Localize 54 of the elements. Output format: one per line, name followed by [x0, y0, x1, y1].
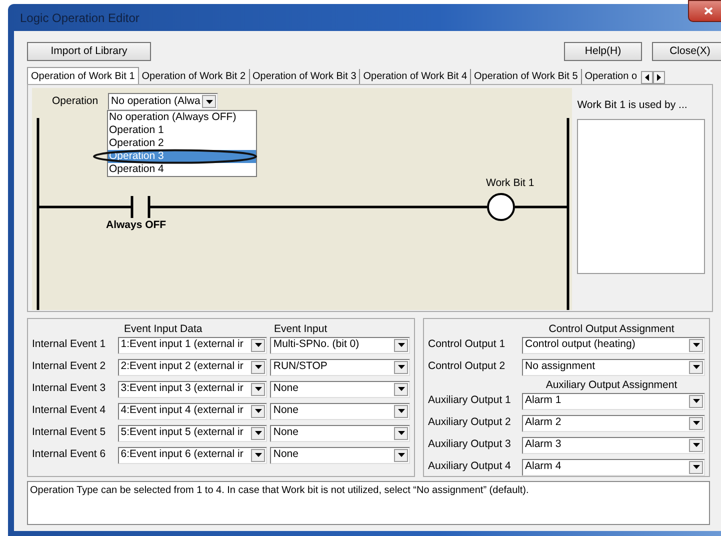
scroll-right-icon[interactable]: [653, 71, 666, 84]
close-dialog-button[interactable]: Close(X): [652, 42, 721, 61]
dropdown-field[interactable]: RUN/STOP: [270, 358, 410, 376]
dropdown-field[interactable]: None: [270, 446, 410, 464]
dropdown-field[interactable]: None: [270, 402, 410, 420]
dropdown-field[interactable]: 3:Event input 3 (external ir: [118, 380, 268, 398]
dropdown-option[interactable]: Operation 4: [108, 163, 256, 176]
row-label: Internal Event 2: [32, 359, 107, 374]
contact-label: Always OFF: [106, 218, 166, 233]
dropdown-field[interactable]: No operation (Alwa: [108, 93, 218, 110]
row-label: Internal Event 4: [32, 403, 107, 418]
dropdown-field[interactable]: None: [270, 380, 410, 398]
dropdown-field[interactable]: Multi-SPNo. (bit 0): [270, 336, 410, 354]
dropdown-field[interactable]: Alarm 3: [522, 436, 705, 454]
tab[interactable]: Operation o: [582, 69, 640, 84]
dropdown-field[interactable]: Alarm 2: [522, 414, 705, 432]
scroll-left-icon[interactable]: [641, 71, 654, 84]
dropdown-field[interactable]: 2:Event input 2 (external ir: [118, 358, 268, 376]
dropdown-field[interactable]: None: [270, 424, 410, 442]
row-label: Auxiliary Output 1: [428, 393, 512, 408]
dropdown-field[interactable]: Control output (heating): [522, 336, 705, 354]
row-label: Internal Event 3: [32, 381, 107, 396]
row-label: Control Output 1: [428, 337, 506, 352]
column-header: Event Input: [274, 322, 328, 334]
import-button[interactable]: Import of Library: [27, 42, 151, 61]
window-title: Logic Operation Editor: [20, 10, 140, 26]
dropdown-field[interactable]: 1:Event input 1 (external ir: [118, 336, 268, 354]
dropdown-option[interactable]: Operation 1: [108, 124, 256, 137]
help-button[interactable]: Help(H): [564, 42, 642, 61]
row-label: Internal Event 5: [32, 425, 107, 440]
row-label: Auxiliary Output 3: [428, 437, 512, 452]
row-label: Internal Event 6: [32, 447, 107, 462]
close-button[interactable]: [688, 0, 721, 22]
dropdown-option[interactable]: Operation 2: [108, 137, 256, 150]
row-label: Internal Event 1: [32, 337, 107, 352]
usage-label: Work Bit 1 is used by ...: [577, 98, 688, 113]
dropdown-field[interactable]: 4:Event input 4 (external ir: [118, 402, 268, 420]
operation-label: Operation: [52, 94, 98, 109]
section-header: Control Output Assignment: [548, 322, 676, 334]
close-icon: [704, 7, 712, 15]
dropdown-field[interactable]: 5:Event input 5 (external ir: [118, 424, 268, 442]
dropdown-option[interactable]: No operation (Always OFF): [108, 111, 256, 124]
dropdown-field[interactable]: No assignment: [522, 358, 705, 376]
coil-label: Work Bit 1: [486, 176, 534, 191]
dropdown-field[interactable]: Alarm 1: [522, 392, 705, 410]
section-header: Auxiliary Output Assignment: [544, 378, 678, 390]
row-label: Control Output 2: [428, 359, 506, 374]
column-header: Event Input Data: [124, 322, 204, 334]
tab[interactable]: Operation of Work Bit 1: [27, 67, 139, 84]
description-text: Operation Type can be selected from 1 to 4. In case that Work bit is not utilized, select “No assignment” (default).: [27, 481, 710, 525]
row-label: Auxiliary Output 2: [428, 415, 512, 430]
row-label: Auxiliary Output 4: [428, 459, 512, 474]
dropdown-field[interactable]: 6:Event input 6 (external ir: [118, 446, 268, 464]
dropdown-field[interactable]: Alarm 4: [522, 458, 705, 476]
